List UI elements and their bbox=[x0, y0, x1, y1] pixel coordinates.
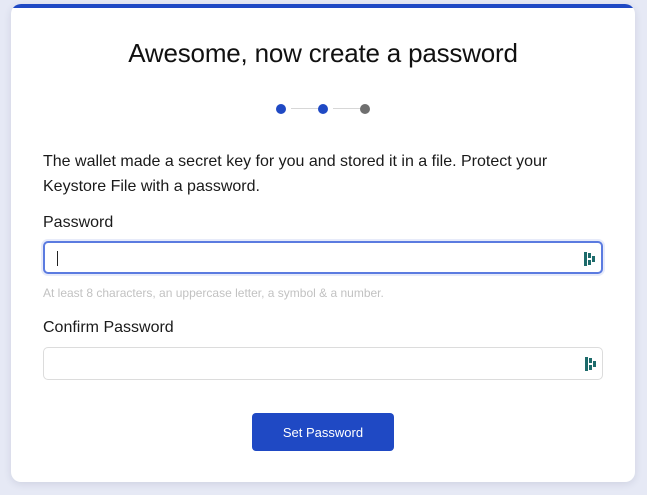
confirm-password-field-wrapper bbox=[43, 347, 603, 380]
text-caret bbox=[57, 251, 58, 266]
confirm-password-label: Confirm Password bbox=[43, 319, 174, 336]
create-password-card: Awesome, now create a password The walle… bbox=[11, 4, 635, 482]
card-accent-bar bbox=[11, 4, 635, 8]
set-password-button[interactable]: Set Password bbox=[252, 413, 394, 451]
password-label: Password bbox=[43, 214, 114, 231]
confirm-password-input[interactable] bbox=[44, 348, 602, 379]
password-input[interactable] bbox=[45, 243, 601, 272]
password-field-wrapper bbox=[43, 241, 603, 274]
password-manager-icon[interactable] bbox=[583, 251, 597, 267]
password-manager-icon[interactable] bbox=[584, 356, 598, 372]
progress-stepper bbox=[274, 102, 374, 116]
page-title: Awesome, now create a password bbox=[128, 38, 518, 68]
step-1-dot bbox=[276, 104, 286, 114]
step-2-dot bbox=[318, 104, 328, 114]
step-3-dot bbox=[360, 104, 370, 114]
instructions-text: The wallet made a secret key for you and… bbox=[43, 153, 548, 195]
password-requirements-hint: At least 8 characters, an uppercase lett… bbox=[43, 286, 384, 300]
